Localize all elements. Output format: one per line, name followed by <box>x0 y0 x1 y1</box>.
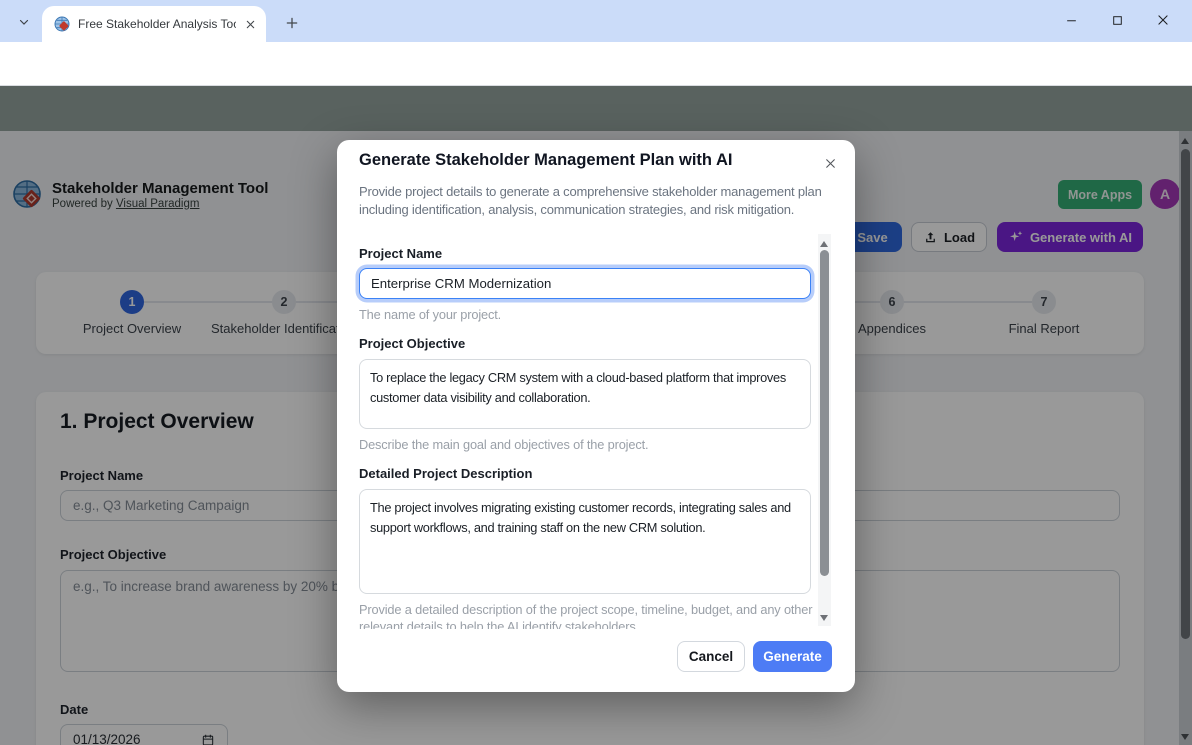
new-tab-button[interactable] <box>280 11 304 35</box>
modal-project-description-textarea[interactable]: The project involves migrating existing … <box>359 489 811 594</box>
modal-scroll-up-icon[interactable] <box>820 241 828 247</box>
modal-project-objective-textarea[interactable]: To replace the legacy CRM system with a … <box>359 359 811 429</box>
modal-project-name-label: Project Name <box>359 246 442 261</box>
minimize-icon[interactable] <box>1048 0 1094 40</box>
generate-plan-modal: Generate Stakeholder Management Plan wit… <box>337 140 855 692</box>
modal-project-name-helper: The name of your project. <box>359 306 825 323</box>
browser-window: Free Stakeholder Analysis Tool | ai-tool… <box>0 0 1192 745</box>
modal-project-name-input[interactable] <box>359 268 811 299</box>
modal-project-description-helper: Provide a detailed description of the pr… <box>359 601 825 629</box>
tab-strip: Free Stakeholder Analysis Tool | <box>0 0 1192 42</box>
modal-title: Generate Stakeholder Management Plan wit… <box>359 151 732 170</box>
modal-project-description-label: Detailed Project Description <box>359 466 532 481</box>
chevron-down-icon <box>18 16 30 28</box>
browser-tab[interactable]: Free Stakeholder Analysis Tool | <box>42 6 266 42</box>
cancel-button[interactable]: Cancel <box>677 641 745 672</box>
modal-project-objective-label: Project Objective <box>359 336 465 351</box>
modal-scroll-down-icon[interactable] <box>820 615 828 621</box>
browser-toolbar: ai-toolbox.visual-paradigm.com/app/stake… <box>0 42 1192 86</box>
modal-description: Provide project details to generate a co… <box>359 183 839 219</box>
modal-project-objective-helper: Describe the main goal and objectives of… <box>359 436 825 453</box>
generate-button[interactable]: Generate <box>753 641 832 672</box>
modal-close-icon[interactable] <box>819 152 841 174</box>
close-window-icon[interactable] <box>1140 0 1186 40</box>
modal-scrollbar-thumb[interactable] <box>820 250 829 576</box>
plus-icon <box>285 16 299 30</box>
maximize-icon[interactable] <box>1094 0 1140 40</box>
tab-search-button[interactable] <box>10 9 38 34</box>
tab-close-icon[interactable] <box>242 16 258 32</box>
window-controls <box>1048 0 1186 40</box>
modal-scrollbar[interactable] <box>818 234 831 626</box>
visual-paradigm-favicon-icon <box>54 16 70 32</box>
tab-title: Free Stakeholder Analysis Tool | <box>78 17 236 31</box>
